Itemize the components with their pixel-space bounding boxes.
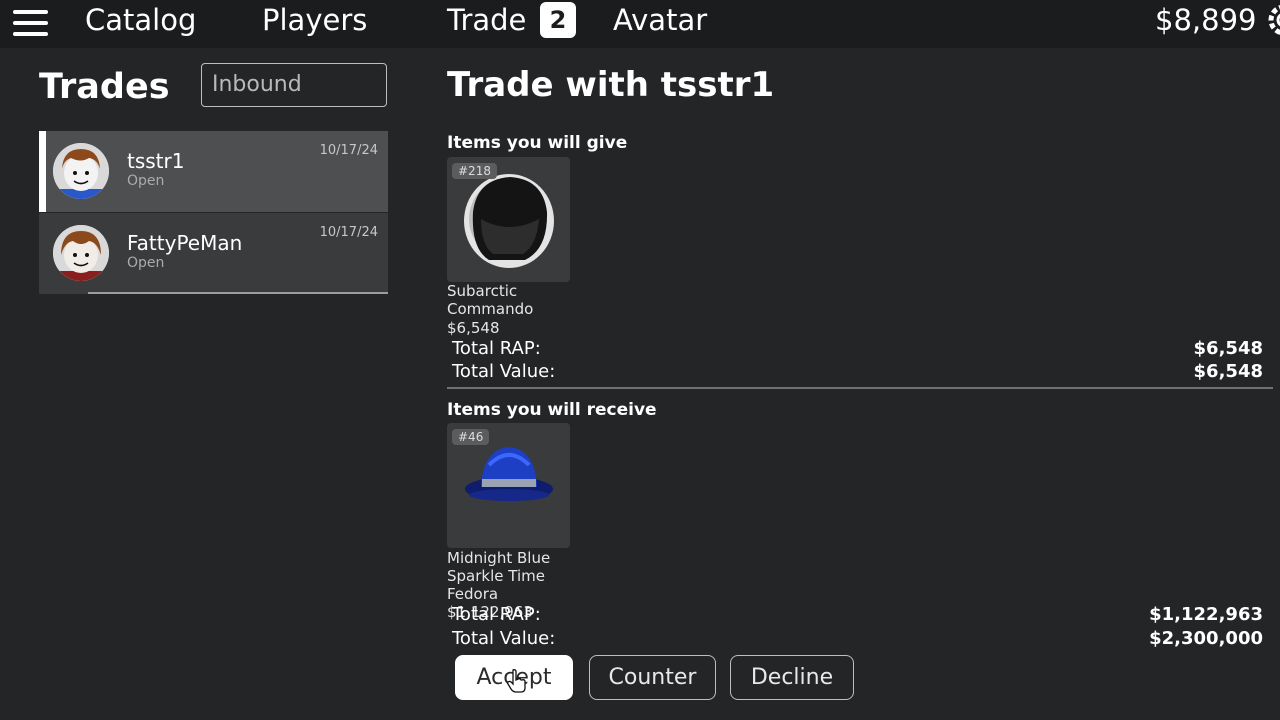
- give-total-rap-label: Total RAP:: [452, 338, 541, 359]
- trade-date: 10/17/24: [319, 143, 378, 158]
- receive-total-rap-label: Total RAP:: [452, 604, 541, 625]
- selected-indicator: [39, 131, 46, 212]
- item-price: $6,548: [447, 319, 500, 337]
- nav-catalog[interactable]: Catalog: [85, 3, 196, 37]
- item-card-give[interactable]: #218: [447, 157, 570, 282]
- receive-total-value: $2,300,000: [1149, 628, 1263, 649]
- item-serial-badge: #46: [452, 429, 490, 445]
- nav-trade[interactable]: Trade: [447, 3, 526, 37]
- avatar: [53, 225, 109, 281]
- give-total-value-label: Total Value:: [452, 361, 556, 382]
- decline-button[interactable]: Decline: [730, 655, 854, 700]
- cursor-icon: [506, 668, 528, 694]
- menu-icon[interactable]: [13, 10, 49, 36]
- trade-title: Trade with tsstr1: [447, 65, 775, 105]
- trade-status: Open: [127, 173, 165, 189]
- item-name: Midnight Blue Sparkle Time Fedora: [447, 549, 551, 603]
- trade-partner-name: tsstr1: [127, 149, 185, 173]
- receive-section-heading: Items you will receive: [447, 400, 657, 420]
- receive-total-value-label: Total Value:: [452, 628, 556, 649]
- trade-count-badge: 2: [540, 2, 576, 38]
- nav-players[interactable]: Players: [262, 3, 367, 37]
- nav-avatar[interactable]: Avatar: [613, 3, 707, 37]
- item-name: Subarctic Commando: [447, 282, 534, 318]
- counter-button[interactable]: Counter: [589, 655, 716, 700]
- trade-date: 10/17/24: [319, 225, 378, 240]
- give-total-rap-value: $6,548: [1193, 338, 1263, 359]
- trade-status: Open: [127, 255, 165, 271]
- gear-icon[interactable]: [1266, 2, 1280, 38]
- list-divider: [88, 292, 388, 294]
- avatar: [53, 143, 109, 199]
- item-serial-badge: #218: [452, 163, 497, 179]
- section-divider: [447, 387, 1273, 389]
- trade-list-item-fattypeman[interactable]: FattyPeMan Open 10/17/24: [39, 213, 388, 294]
- trades-title: Trades: [39, 67, 170, 107]
- trade-partner-name: FattyPeMan: [127, 231, 243, 255]
- trade-list: tsstr1 Open 10/17/24 FattyPeMan Open 10/…: [39, 131, 388, 294]
- trade-filter-dropdown[interactable]: Inbound: [201, 63, 387, 107]
- balance-display: $8,899: [1155, 3, 1257, 37]
- trade-list-item-tsstr1[interactable]: tsstr1 Open 10/17/24: [39, 131, 388, 212]
- item-card-receive[interactable]: #46: [447, 423, 570, 548]
- receive-total-rap-value: $1,122,963: [1149, 604, 1263, 625]
- top-nav-bar: Catalog Players Trade 2 Avatar $8,899: [0, 0, 1280, 48]
- give-total-value: $6,548: [1193, 361, 1263, 382]
- give-section-heading: Items you will give: [447, 133, 628, 153]
